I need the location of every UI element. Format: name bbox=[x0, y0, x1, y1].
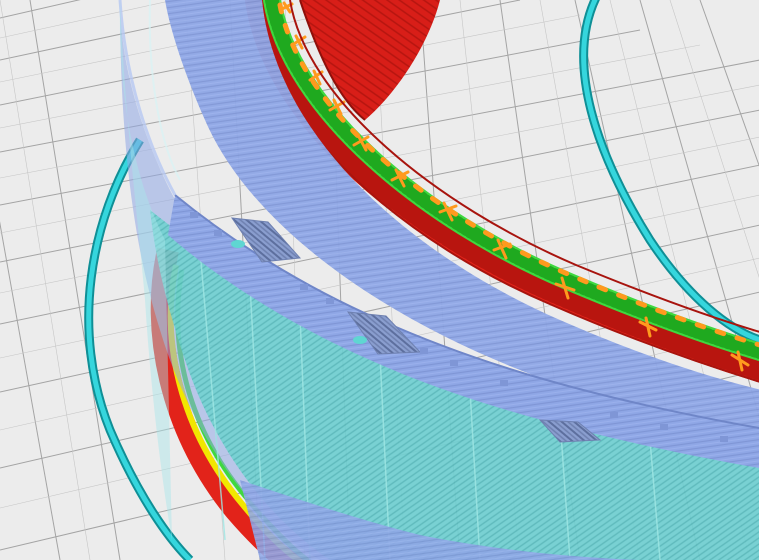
print-preview-scene[interactable] bbox=[0, 0, 759, 560]
support-tab-marker-1 bbox=[231, 240, 245, 248]
support-tab-marker-2 bbox=[353, 336, 367, 344]
gcode-preview-viewport[interactable] bbox=[0, 0, 759, 560]
